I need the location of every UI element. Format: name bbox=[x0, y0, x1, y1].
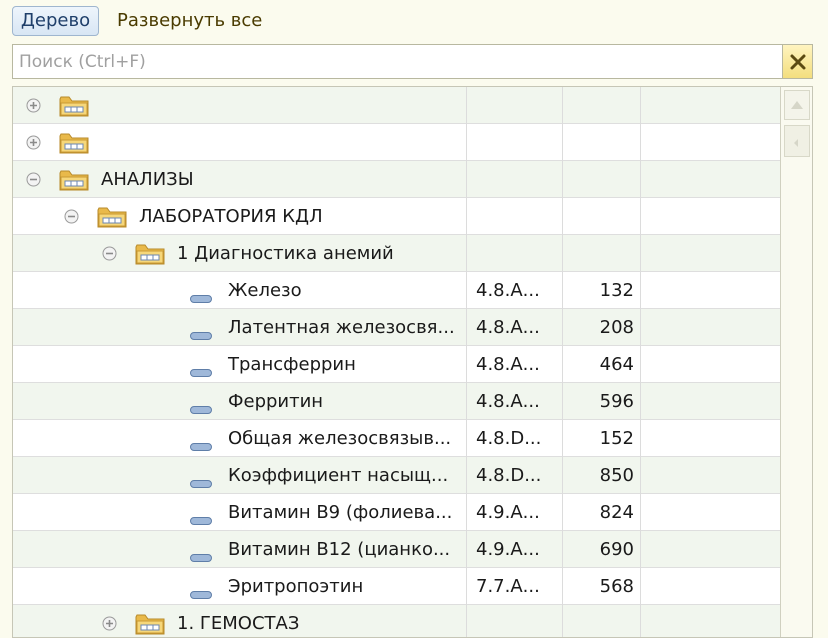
folder-icon bbox=[135, 241, 165, 266]
code-cell: 4.8.D... bbox=[476, 465, 542, 486]
code-cell: 4.8.А... bbox=[476, 391, 540, 412]
folder-icon bbox=[59, 167, 89, 192]
item-dash-icon bbox=[190, 435, 212, 451]
number-cell: 568 bbox=[599, 576, 634, 597]
toolbar: Дерево Развернуть все bbox=[0, 0, 828, 42]
number-cell: 152 bbox=[599, 428, 634, 449]
code-cell: 4.8.А... bbox=[476, 280, 540, 301]
number-cell: 132 bbox=[599, 280, 634, 301]
tree-grid[interactable]: АНАЛИЗЫ ЛАБОРАТОРИЯ КДЛ 1 Диагностика анем… bbox=[12, 86, 813, 638]
number-cell: 690 bbox=[599, 539, 634, 560]
item-label: Эритропоэтин bbox=[228, 576, 364, 597]
tree-group-row[interactable] bbox=[13, 124, 780, 161]
tree-group-row[interactable] bbox=[13, 87, 780, 124]
item-label: Витамин В12 (цианко... bbox=[228, 539, 451, 560]
arrow-up-icon bbox=[791, 101, 803, 109]
code-cell: 4.8.А... bbox=[476, 317, 540, 338]
tree-item-row[interactable]: Железо 4.8.А... 132 bbox=[13, 272, 780, 309]
tree-item-row[interactable]: Латентная железосвя... 4.8.А... 208 bbox=[13, 309, 780, 346]
tree-item-row[interactable]: Витамин В12 (цианко... 4.9.А... 690 bbox=[13, 531, 780, 568]
tree-item-row[interactable]: Трансферрин 4.8.А... 464 bbox=[13, 346, 780, 383]
minus-circle-icon[interactable] bbox=[64, 208, 79, 224]
tree-button[interactable]: Дерево bbox=[12, 6, 99, 36]
number-cell: 850 bbox=[599, 465, 634, 486]
minus-circle-icon[interactable] bbox=[26, 171, 41, 187]
scroll-thumb[interactable] bbox=[784, 125, 810, 157]
code-cell: 4.9.А... bbox=[476, 539, 540, 560]
tree-item-row[interactable]: Коэффициент насыщ... 4.8.D... 850 bbox=[13, 457, 780, 494]
item-label: Железо bbox=[228, 280, 302, 301]
code-cell: 4.8.А... bbox=[476, 354, 540, 375]
number-cell: 596 bbox=[599, 391, 634, 412]
code-cell: 4.9.А... bbox=[476, 502, 540, 523]
item-label: Трансферрин bbox=[228, 354, 356, 375]
group-label: ЛАБОРАТОРИЯ КДЛ bbox=[139, 206, 323, 227]
item-dash-icon bbox=[190, 472, 212, 488]
item-dash-icon bbox=[190, 546, 212, 562]
tree-item-row[interactable]: Ферритин 4.8.А... 596 bbox=[13, 383, 780, 420]
item-dash-icon bbox=[190, 324, 212, 340]
number-cell: 464 bbox=[599, 354, 634, 375]
minus-circle-icon[interactable] bbox=[102, 245, 117, 261]
clear-search-button[interactable] bbox=[782, 44, 813, 79]
folder-icon bbox=[97, 204, 127, 229]
scroll-up-button[interactable] bbox=[784, 90, 810, 120]
item-label: Латентная железосвя... bbox=[228, 317, 455, 338]
plus-circle-icon[interactable] bbox=[26, 134, 41, 150]
folder-icon bbox=[135, 611, 165, 636]
number-cell: 208 bbox=[599, 317, 634, 338]
item-label: Общая железосвязыв... bbox=[228, 428, 452, 449]
folder-icon bbox=[59, 130, 89, 155]
item-dash-icon bbox=[190, 287, 212, 303]
tree-group-row[interactable]: 1. ГЕМОСТАЗ bbox=[13, 605, 780, 637]
item-label: Витамин В9 (фолиева... bbox=[228, 502, 453, 523]
tree-item-row[interactable]: Витамин В9 (фолиева... 4.9.А... 824 bbox=[13, 494, 780, 531]
group-label: АНАЛИЗЫ bbox=[101, 169, 194, 190]
item-dash-icon bbox=[190, 398, 212, 414]
item-dash-icon bbox=[190, 361, 212, 377]
plus-circle-icon[interactable] bbox=[26, 97, 41, 113]
tree-group-row[interactable]: АНАЛИЗЫ bbox=[13, 161, 780, 198]
tree-item-row[interactable]: Эритропоэтин 7.7.А... 568 bbox=[13, 568, 780, 605]
item-label: Ферритин bbox=[228, 391, 324, 412]
close-icon bbox=[790, 54, 806, 70]
tree-group-row[interactable]: ЛАБОРАТОРИЯ КДЛ bbox=[13, 198, 780, 235]
code-cell: 4.8.D... bbox=[476, 428, 542, 449]
group-label: 1. ГЕМОСТАЗ bbox=[177, 613, 300, 634]
item-label: Коэффициент насыщ... bbox=[228, 465, 449, 486]
vertical-scrollbar[interactable] bbox=[780, 87, 812, 637]
code-cell: 7.7.А... bbox=[476, 576, 540, 597]
expand-all-button[interactable]: Развернуть все bbox=[117, 6, 262, 36]
tree-group-row[interactable]: 1 Диагностика анемий bbox=[13, 235, 780, 272]
tree-item-row[interactable]: Общая железосвязыв... 4.8.D... 152 bbox=[13, 420, 780, 457]
item-dash-icon bbox=[190, 583, 212, 599]
item-dash-icon bbox=[190, 509, 212, 525]
group-label: 1 Диагностика анемий bbox=[177, 243, 394, 264]
folder-icon bbox=[59, 93, 89, 118]
search-input[interactable] bbox=[12, 44, 783, 79]
number-cell: 824 bbox=[599, 502, 634, 523]
plus-circle-icon[interactable] bbox=[102, 615, 117, 631]
